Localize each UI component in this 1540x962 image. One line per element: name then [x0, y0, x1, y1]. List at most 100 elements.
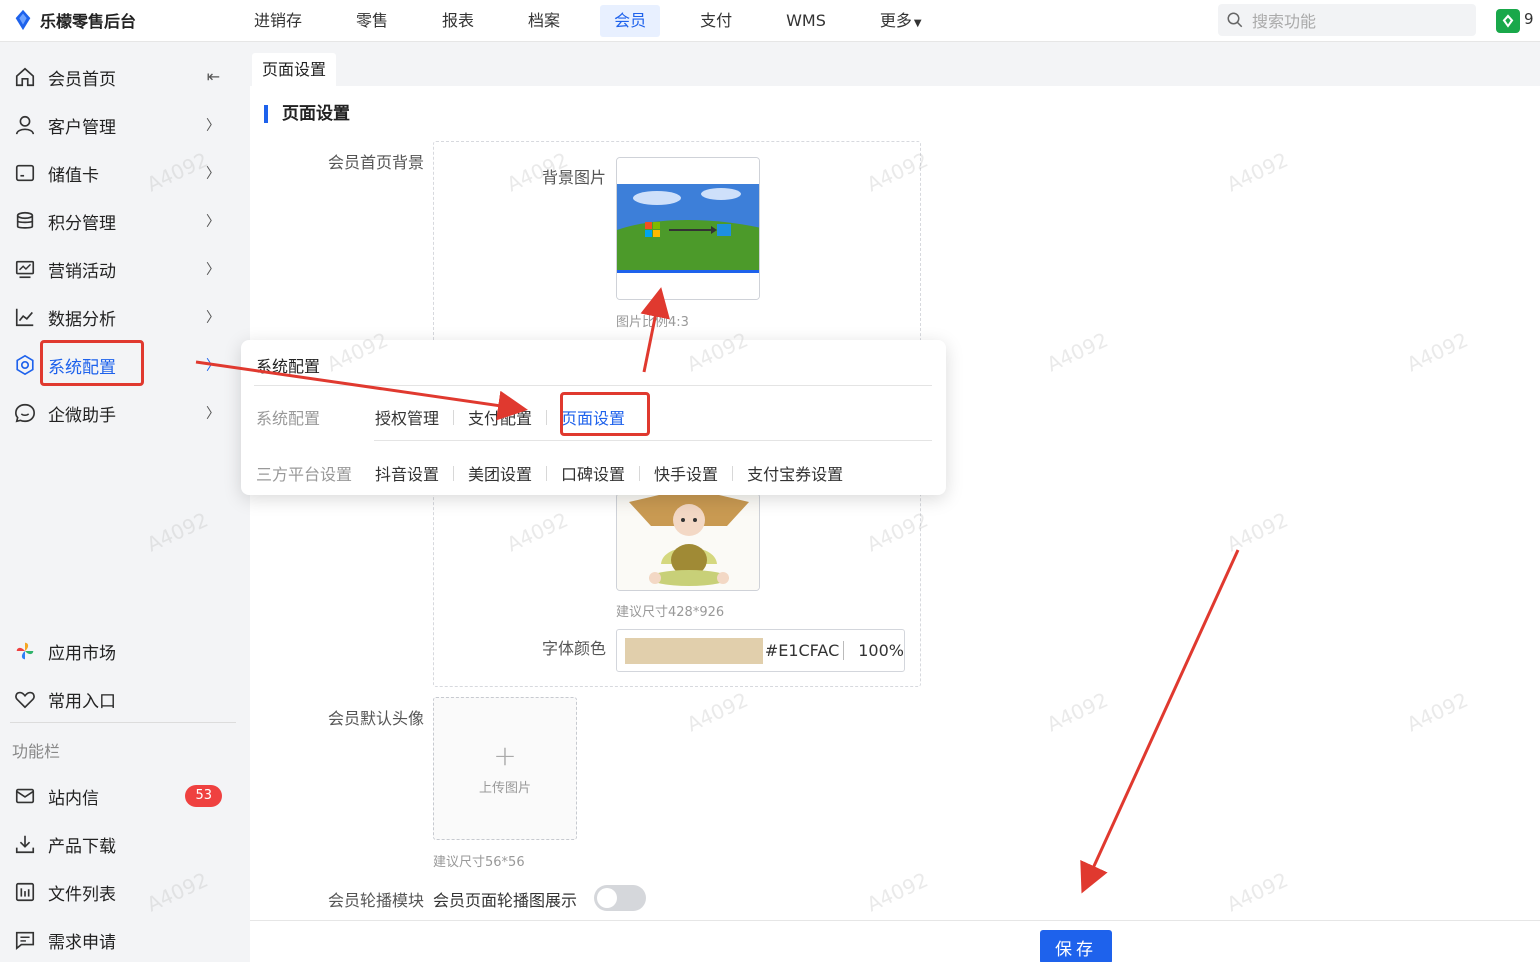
card-icon	[12, 160, 38, 186]
link-separator	[546, 409, 548, 425]
color-hex-input[interactable]: #E1CFAC	[765, 641, 845, 660]
sidebar-item-customers[interactable]: 客户管理 〉	[0, 101, 236, 149]
sidebar-item-label: 储值卡	[48, 165, 99, 186]
popover-title: 系统配置	[256, 357, 321, 376]
link-meituan[interactable]: 美团设置	[468, 461, 546, 485]
popover-row-third-party: 抖音设置 美团设置 口碑设置 快手设置 支付宝券设置	[375, 461, 857, 485]
sidebar-section-label: 功能栏	[12, 742, 61, 761]
sidebar-item-member-home[interactable]: 会员首页 ⇤	[0, 53, 236, 101]
bg-image-thumbnail[interactable]	[616, 157, 760, 300]
list-icon	[12, 879, 38, 905]
link-kuaishou[interactable]: 快手设置	[654, 461, 732, 485]
toggle-knob	[597, 888, 617, 908]
link-separator	[639, 465, 641, 481]
top-bar: 乐檬零售后台 进销存 零售 报表 档案 会员 支付 WMS 更多 ▼ 搜索功能 9	[0, 0, 1540, 42]
link-koubei[interactable]: 口碑设置	[561, 461, 639, 485]
link-separator	[732, 465, 734, 481]
link-payment-config[interactable]: 支付配置	[468, 405, 546, 429]
request-icon	[12, 927, 38, 953]
card-image-hint: 建议尺寸428*926	[616, 605, 725, 620]
chevron-right-icon: 〉	[206, 310, 220, 326]
sidebar-item-label: 产品下载	[48, 836, 116, 857]
bg-image-label: 背景图片	[541, 168, 606, 187]
link-douyin[interactable]: 抖音设置	[375, 461, 453, 485]
sidebar-item-points[interactable]: 积分管理 〉	[0, 197, 236, 245]
annotation-box	[560, 392, 650, 436]
avatar-label: 会员默认头像	[327, 709, 424, 728]
avatar-upload[interactable]: + 上传图片	[433, 697, 577, 840]
color-swatch[interactable]	[625, 637, 763, 664]
top-right-text: 9	[1524, 10, 1534, 28]
search-icon	[1227, 12, 1243, 28]
search-placeholder: 搜索功能	[1252, 12, 1317, 31]
search-box[interactable]: 搜索功能	[1218, 4, 1476, 36]
nav-more-label: 更多	[879, 11, 912, 30]
card-image-preview	[617, 494, 759, 590]
chart-icon	[12, 304, 38, 330]
chevron-right-icon: 〉	[206, 262, 220, 278]
mail-icon	[12, 783, 38, 809]
carousel-label: 会员轮播模块	[327, 891, 424, 910]
upload-text: 上传图片	[478, 781, 531, 796]
sidebar-divider	[10, 722, 236, 723]
font-color-label: 字体颜色	[541, 639, 606, 658]
nav-inventory[interactable]: 进销存	[240, 5, 316, 37]
sidebar-item-marketing[interactable]: 营销活动 〉	[0, 245, 236, 293]
chevron-right-icon: 〉	[206, 358, 220, 374]
monitor-icon	[12, 256, 38, 282]
color-opacity-input[interactable]: 100%	[858, 641, 904, 660]
nav-member[interactable]: 会员	[600, 5, 661, 37]
sidebar-item-app-market[interactable]: 应用市场	[0, 627, 236, 675]
nav-reports[interactable]: 报表	[428, 5, 488, 37]
sidebar-item-label: 需求申请	[48, 932, 116, 953]
user-icon	[12, 112, 38, 138]
chevron-right-icon: 〉	[206, 214, 220, 230]
nav-wms[interactable]: WMS	[772, 5, 840, 37]
link-separator	[453, 465, 455, 481]
sidebar-item-messages[interactable]: 站内信 53	[0, 772, 236, 820]
carousel-toggle[interactable]	[594, 885, 646, 911]
sidebar: 会员首页 ⇤ 客户管理 〉 储值卡 〉 积分管理 〉 营销活动 〉 数据分析 〉…	[0, 43, 250, 962]
collapse-sidebar-icon[interactable]: ⇤	[207, 67, 220, 86]
footer-bar	[250, 920, 1540, 962]
card-image-thumbnail[interactable]	[616, 493, 760, 591]
nav-retail[interactable]: 零售	[342, 5, 402, 37]
app-title: 乐檬零售后台	[40, 12, 137, 31]
tab-page-settings[interactable]: 页面设置	[252, 53, 337, 86]
link-authorization[interactable]: 授权管理	[375, 405, 453, 429]
sidebar-item-stored-value[interactable]: 储值卡 〉	[0, 149, 236, 197]
link-separator	[546, 465, 548, 481]
bg-image-hint: 图片比例4:3	[616, 315, 689, 330]
popover-divider	[254, 385, 932, 386]
popover-divider	[374, 440, 932, 441]
popover-row-label: 三方平台设置	[256, 465, 353, 484]
sidebar-item-label: 站内信	[48, 788, 99, 809]
annotation-box	[40, 340, 144, 386]
settings-icon	[12, 352, 38, 378]
sidebar-item-label: 会员首页	[48, 69, 116, 90]
nav-archive[interactable]: 档案	[514, 5, 574, 37]
nav-more[interactable]: 更多 ▼	[866, 5, 936, 37]
download-icon	[12, 831, 38, 857]
sidebar-item-downloads[interactable]: 产品下载	[0, 820, 236, 868]
nav-payment[interactable]: 支付	[686, 5, 746, 37]
app-logo[interactable]: 乐檬零售后台	[12, 8, 136, 32]
app-switch-icon[interactable]	[1496, 9, 1520, 33]
link-alipay-coupon[interactable]: 支付宝券设置	[747, 461, 857, 485]
chevron-right-icon: 〉	[206, 406, 220, 422]
plus-icon: +	[493, 739, 517, 772]
sidebar-item-label: 常用入口	[48, 691, 116, 712]
sidebar-item-wecom[interactable]: 企微助手 〉	[0, 389, 236, 437]
sidebar-item-files[interactable]: 文件列表	[0, 868, 236, 916]
caret-down-icon: ▼	[913, 18, 922, 29]
sidebar-item-label: 文件列表	[48, 884, 116, 905]
tab-bar: 页面设置	[250, 43, 1540, 86]
sidebar-item-label: 积分管理	[48, 213, 116, 234]
sidebar-item-requests[interactable]: 需求申请	[0, 916, 236, 962]
save-button[interactable]: 保存	[1040, 930, 1112, 962]
chevron-right-icon: 〉	[206, 166, 220, 182]
font-color-picker[interactable]: #E1CFAC 100%	[616, 629, 905, 672]
sidebar-item-analytics[interactable]: 数据分析 〉	[0, 293, 236, 341]
carousel-text: 会员页面轮播图展示	[433, 891, 578, 910]
sidebar-item-favorites[interactable]: 常用入口	[0, 675, 236, 723]
